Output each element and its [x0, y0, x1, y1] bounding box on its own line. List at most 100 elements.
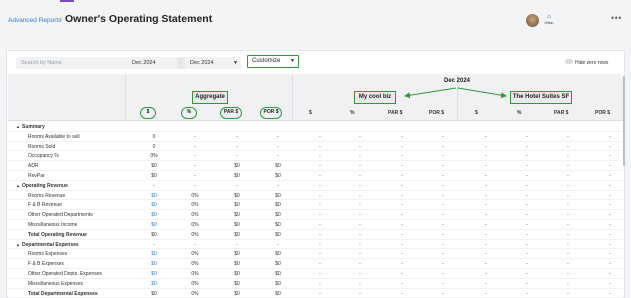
vertical-scrollbar[interactable] — [623, 76, 625, 166]
property-cell: - — [485, 251, 487, 258]
date-from-field[interactable]: Dec 2024 — [127, 57, 177, 69]
property-cell: - — [567, 290, 569, 297]
page-title: Owner's Operating Statement — [65, 13, 213, 25]
aggregate-cell: - — [194, 172, 196, 179]
aggregate-cell[interactable]: $0 — [144, 281, 164, 287]
aggregate-cell: - — [277, 153, 279, 160]
property-cell: - — [526, 270, 528, 277]
property-cell: - — [319, 251, 321, 258]
property-cell: - — [401, 280, 403, 287]
more-icon[interactable]: ••• — [611, 13, 622, 23]
property-cell: - — [609, 261, 611, 268]
property-cell: - — [442, 241, 444, 248]
row-label: Occupancy % — [28, 153, 59, 160]
aggregate-cell[interactable]: $0 — [144, 271, 164, 277]
col-header-percent[interactable]: % — [181, 107, 197, 119]
customize-select[interactable]: Customize ▼ — [247, 55, 299, 68]
row-label: ADR — [28, 163, 39, 170]
property-cell: - — [442, 182, 444, 189]
col-header-dollar[interactable]: $ — [475, 110, 478, 116]
property-cell: - — [567, 172, 569, 179]
aggregate-cell: $0 — [234, 251, 240, 258]
property-cell: - — [609, 202, 611, 209]
property-cell: - — [567, 202, 569, 209]
property-cell: - — [567, 270, 569, 277]
row-label: Rooms Available to sell — [28, 133, 80, 140]
aggregate-cell[interactable]: $0 — [144, 261, 164, 267]
period-title: Dec 2024 — [444, 78, 471, 84]
property-cell: - — [401, 143, 403, 150]
hilton-logo-icon: ⌂ Hilton — [541, 14, 557, 26]
property-cell: - — [526, 221, 528, 228]
row-label: Total Operating Revenue — [28, 231, 87, 238]
row-label: Rooms Sold — [28, 143, 56, 150]
aggregate-cell: 0% — [191, 212, 199, 219]
col-header-por[interactable]: POR $ — [429, 110, 444, 116]
aggregate-cell: $0 — [234, 280, 240, 287]
collapse-triangle-icon[interactable]: ▲ — [16, 124, 20, 129]
aggregate-cell: - — [194, 133, 196, 140]
aggregate-cell: 0% — [191, 231, 199, 238]
collapse-triangle-icon[interactable]: ▲ — [16, 183, 20, 188]
aggregate-cell: $0 — [234, 261, 240, 268]
property-cell: - — [485, 231, 487, 238]
avatar[interactable] — [526, 14, 539, 27]
breadcrumb-advanced-reports[interactable]: Advanced Reports — [8, 17, 61, 24]
row-label: Other Operated Depts. Expenses — [28, 270, 102, 277]
col-header-par[interactable]: PAR $ — [388, 110, 402, 116]
property-cell: - — [359, 280, 361, 287]
aggregate-cell: $0 — [275, 163, 281, 170]
aggregate-cell: 0% — [191, 192, 199, 199]
property-cell: - — [319, 172, 321, 179]
col-header-dollar[interactable]: $ — [309, 110, 312, 116]
property-cell: - — [485, 172, 487, 179]
col-header-por[interactable]: POR $ — [260, 107, 282, 119]
group-my-cool-biz: My cool biz — [354, 91, 396, 104]
aggregate-cell: $0 — [275, 270, 281, 277]
collapse-triangle-icon[interactable]: ▲ — [16, 242, 20, 247]
col-header-por[interactable]: POR $ — [595, 110, 610, 116]
property-cell: - — [485, 163, 487, 170]
date-range-dash: - — [177, 57, 185, 69]
aggregate-cell: $0 — [275, 251, 281, 258]
col-header-percent[interactable]: % — [517, 110, 521, 116]
aggregate-cell: 0% — [191, 290, 199, 297]
table-section-row[interactable]: ▲ Summary — [8, 122, 623, 132]
property-cell: - — [359, 182, 361, 189]
aggregate-cell[interactable]: $0 — [144, 202, 164, 208]
aggregate-cell: $0 — [275, 221, 281, 228]
col-header-par[interactable]: PAR $ — [220, 107, 242, 119]
table-section-row[interactable]: ▲ Departmental Expenses - - - - - - - - - - - - — [8, 240, 623, 250]
property-cell: - — [319, 202, 321, 209]
property-cell: - — [567, 182, 569, 189]
chevron-down-icon: ▼ — [233, 60, 238, 66]
property-cell: - — [359, 153, 361, 160]
aggregate-cell[interactable]: $0 — [144, 222, 164, 228]
table-section-row[interactable]: ▲ Operating Revenue - - - - - - - - - - - - — [8, 181, 623, 191]
property-cell: - — [401, 251, 403, 258]
table-row: Total Operating Revenue $0 0% $0 $0 - - - - - - - - — [8, 230, 623, 240]
row-label: F & B Expenses — [28, 261, 64, 268]
property-cell: - — [359, 143, 361, 150]
aggregate-cell: - — [194, 153, 196, 160]
group-hotel-suites-sf: The Hotel Suites SF — [510, 91, 572, 104]
row-label: Operating Revenue — [22, 182, 68, 189]
property-cell: - — [526, 143, 528, 150]
property-cell: - — [609, 163, 611, 170]
property-cell: - — [359, 192, 361, 199]
aggregate-cell[interactable]: $0 — [144, 251, 164, 257]
col-header-percent[interactable]: % — [350, 110, 354, 116]
aggregate-cell: - — [236, 133, 238, 140]
property-cell: - — [609, 172, 611, 179]
property-cell: - — [319, 153, 321, 160]
row-label: F & B Revenue — [28, 202, 62, 209]
aggregate-cell[interactable]: $0 — [144, 212, 164, 218]
row-label: Other Operated Departments — [28, 212, 93, 219]
search-input[interactable] — [16, 57, 128, 69]
aggregate-cell: - — [194, 241, 196, 248]
aggregate-cell[interactable]: $0 — [144, 193, 164, 199]
col-header-par[interactable]: PAR $ — [554, 110, 568, 116]
hide-zero-toggle[interactable] — [565, 59, 573, 64]
col-header-dollar[interactable]: $ — [140, 107, 156, 119]
date-to-field[interactable]: Dec 2024 ▼ — [185, 57, 241, 69]
